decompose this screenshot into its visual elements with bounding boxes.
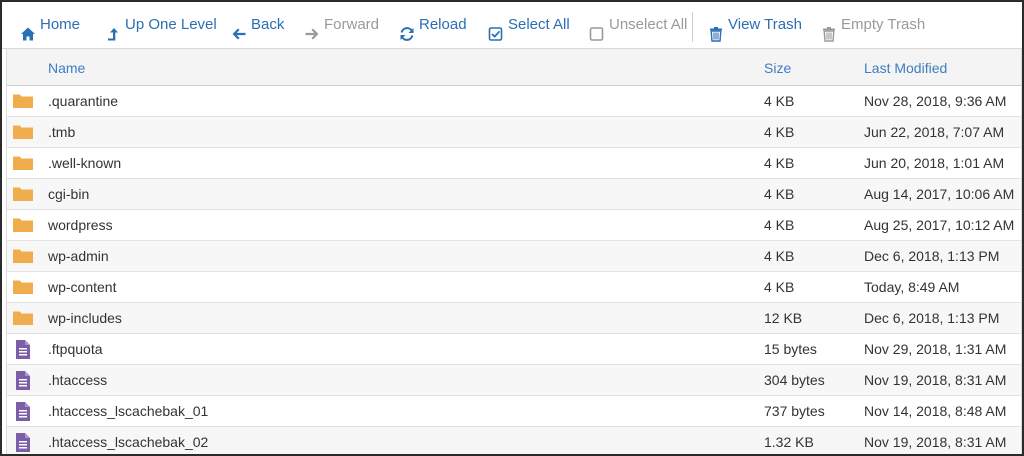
arrow-left-icon <box>231 15 247 40</box>
file-last-modified: Dec 6, 2018, 1:13 PM <box>864 310 1000 326</box>
folder-icon <box>12 303 36 333</box>
file-last-modified: Aug 25, 2017, 10:12 AM <box>864 217 1015 233</box>
table-row[interactable]: .htaccess_lscachebak_02 1.32 KB Nov 19, 20… <box>7 427 1021 454</box>
file-last-modified: Aug 14, 2017, 10:06 AM <box>864 186 1015 202</box>
column-header-last-modified[interactable]: Last Modified <box>864 49 947 85</box>
file-icon <box>12 334 36 364</box>
file-name[interactable]: .htaccess_lscachebak_02 <box>48 427 208 454</box>
level-up-icon <box>105 15 121 41</box>
trash-icon <box>708 15 724 42</box>
file-name[interactable]: .htaccess_lscachebak_01 <box>48 396 208 426</box>
home-icon <box>20 15 36 41</box>
folder-icon <box>12 148 36 178</box>
file-last-modified: Dec 6, 2018, 1:13 PM <box>864 248 1000 264</box>
table-row[interactable]: .well-known 4 KB Jun 20, 2018, 1:01 AM <box>7 148 1021 179</box>
unselect-all-label: Unselect All <box>609 16 688 33</box>
table-row[interactable]: wp-content 4 KB Today, 8:49 AM <box>7 272 1021 303</box>
arrow-right-icon <box>304 15 320 40</box>
file-last-modified: Nov 19, 2018, 8:31 AM <box>864 434 1007 450</box>
up-one-level-label: Up One Level <box>125 16 217 33</box>
folder-icon <box>12 272 36 302</box>
file-name[interactable]: .quarantine <box>48 86 118 116</box>
empty-trash-label: Empty Trash <box>841 16 926 33</box>
file-size: 737 bytes <box>764 403 825 419</box>
file-size: 4 KB <box>764 155 795 171</box>
file-size: 4 KB <box>764 93 795 109</box>
folder-icon <box>12 241 36 271</box>
column-header-name[interactable]: Name <box>48 49 85 85</box>
file-manager-window: Home Up One Level Back Forward Reload Se… <box>0 0 1024 456</box>
empty-trash-button[interactable]: Empty Trash <box>821 2 925 48</box>
forward-label: Forward <box>324 16 380 33</box>
file-last-modified: Nov 19, 2018, 8:31 AM <box>864 372 1007 388</box>
file-name[interactable]: wp-content <box>48 272 116 302</box>
file-name[interactable]: .ftpquota <box>48 334 103 364</box>
column-header-size[interactable]: Size <box>764 49 791 85</box>
home-button[interactable]: Home <box>20 2 80 48</box>
toolbar: Home Up One Level Back Forward Reload Se… <box>2 2 1022 49</box>
file-size: 12 KB <box>764 310 803 326</box>
file-size: 4 KB <box>764 217 795 233</box>
table-row[interactable]: wordpress 4 KB Aug 25, 2017, 10:12 AM <box>7 210 1021 241</box>
unselect-all-button[interactable]: Unselect All <box>589 2 687 48</box>
up-one-level-button[interactable]: Up One Level <box>105 2 217 48</box>
file-name[interactable]: wp-includes <box>48 303 122 333</box>
file-name[interactable]: wp-admin <box>48 241 109 271</box>
file-name[interactable]: wordpress <box>48 210 113 240</box>
table-header: Name Size Last Modified <box>7 49 1021 86</box>
select-all-button[interactable]: Select All <box>488 2 570 48</box>
folder-icon <box>12 210 36 240</box>
file-icon <box>12 427 36 454</box>
file-name[interactable]: .htaccess <box>48 365 107 395</box>
folder-icon <box>12 179 36 209</box>
file-icon <box>12 365 36 395</box>
table-row[interactable]: .quarantine 4 KB Nov 28, 2018, 9:36 AM <box>7 86 1021 117</box>
file-size: 4 KB <box>764 279 795 295</box>
file-icon <box>12 396 36 426</box>
toolbar-divider <box>692 12 693 42</box>
file-size: 1.32 KB <box>764 434 814 450</box>
select-all-label: Select All <box>508 16 570 33</box>
view-trash-label: View Trash <box>728 16 802 33</box>
file-size: 4 KB <box>764 124 795 140</box>
file-name[interactable]: cgi-bin <box>48 179 89 209</box>
file-table: Name Size Last Modified .quarantine 4 KB N… <box>6 49 1022 454</box>
file-size: 4 KB <box>764 186 795 202</box>
file-last-modified: Nov 28, 2018, 9:36 AM <box>864 93 1007 109</box>
checked-box-icon <box>488 15 504 41</box>
table-row[interactable]: .ftpquota 15 bytes Nov 29, 2018, 1:31 AM <box>7 334 1021 365</box>
table-row[interactable]: .htaccess 304 bytes Nov 19, 2018, 8:31 AM <box>7 365 1021 396</box>
trash-icon <box>821 15 837 42</box>
table-row[interactable]: cgi-bin 4 KB Aug 14, 2017, 10:06 AM <box>7 179 1021 210</box>
file-last-modified: Jun 20, 2018, 1:01 AM <box>864 155 1005 171</box>
table-row[interactable]: .htaccess_lscachebak_01 737 bytes Nov 14, … <box>7 396 1021 427</box>
file-last-modified: Nov 14, 2018, 8:48 AM <box>864 403 1007 419</box>
empty-box-icon <box>589 15 605 41</box>
file-last-modified: Jun 22, 2018, 7:07 AM <box>864 124 1005 140</box>
file-name[interactable]: .well-known <box>48 148 121 178</box>
refresh-icon <box>399 15 415 41</box>
file-name[interactable]: .tmb <box>48 117 75 147</box>
table-body: .quarantine 4 KB Nov 28, 2018, 9:36 AM .tmb… <box>7 86 1021 454</box>
file-size: 4 KB <box>764 248 795 264</box>
view-trash-button[interactable]: View Trash <box>708 2 802 48</box>
folder-icon <box>12 86 36 116</box>
back-label: Back <box>251 16 285 33</box>
file-size: 304 bytes <box>764 372 825 388</box>
table-row[interactable]: .tmb 4 KB Jun 22, 2018, 7:07 AM <box>7 117 1021 148</box>
file-last-modified: Nov 29, 2018, 1:31 AM <box>864 341 1007 357</box>
file-last-modified: Today, 8:49 AM <box>864 279 960 295</box>
table-row[interactable]: wp-admin 4 KB Dec 6, 2018, 1:13 PM <box>7 241 1021 272</box>
file-size: 15 bytes <box>764 341 817 357</box>
table-row[interactable]: wp-includes 12 KB Dec 6, 2018, 1:13 PM <box>7 303 1021 334</box>
back-button[interactable]: Back <box>231 2 284 48</box>
reload-label: Reload <box>419 16 467 33</box>
home-label: Home <box>40 16 81 33</box>
reload-button[interactable]: Reload <box>399 2 467 48</box>
forward-button[interactable]: Forward <box>304 2 379 48</box>
folder-icon <box>12 117 36 147</box>
